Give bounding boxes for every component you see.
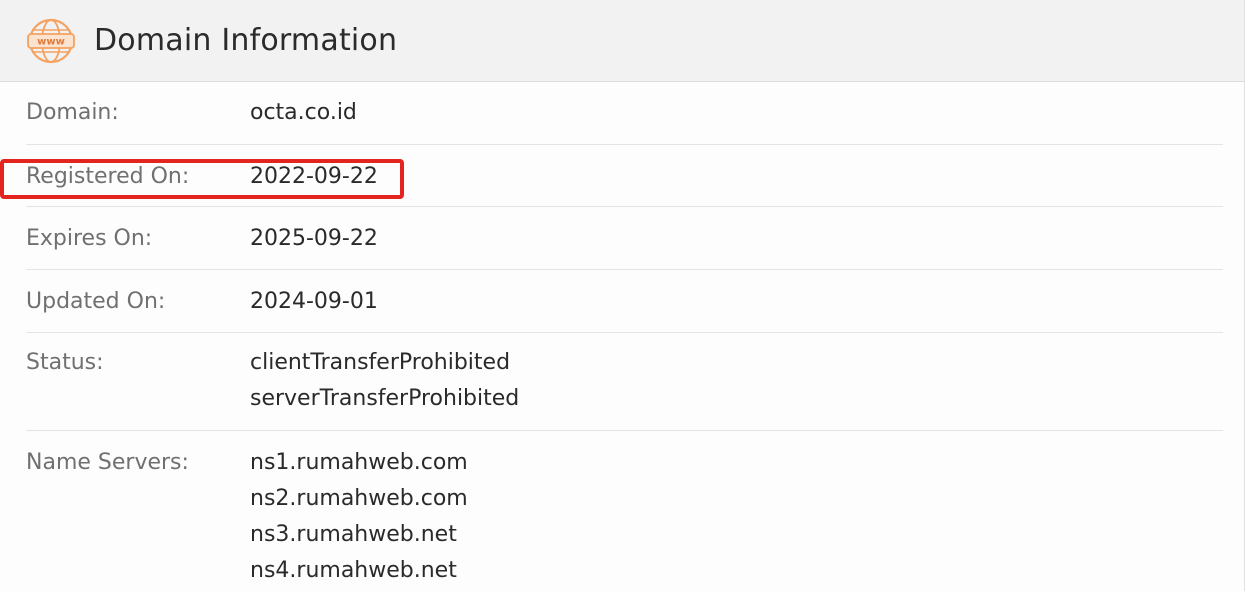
page-title: Domain Information xyxy=(94,23,398,58)
expires-on-value: 2025-09-22 xyxy=(250,226,378,251)
expires-on-label: Expires On: xyxy=(26,226,153,251)
domain-value: octa.co.id xyxy=(250,100,357,125)
name-servers-values: ns1.rumahweb.com ns2.rumahweb.com ns3.ru… xyxy=(250,445,468,591)
updated-on-label: Updated On: xyxy=(26,289,166,314)
row-name-servers: Name Servers: ns1.rumahweb.com ns2.rumah… xyxy=(26,431,1223,591)
row-expires-on: Expires On: 2025-09-22 xyxy=(26,207,1223,270)
domain-label: Domain: xyxy=(26,100,119,125)
www-icon-text: www xyxy=(37,36,65,47)
www-globe-icon: www xyxy=(27,18,75,63)
registered-on-label: Registered On: xyxy=(26,164,190,189)
status-label: Status: xyxy=(26,350,104,375)
domain-details-list: Domain: octa.co.id Registered On: 2022-0… xyxy=(0,82,1244,591)
name-server-value: ns2.rumahweb.com xyxy=(250,486,468,511)
status-value: clientTransferProhibited xyxy=(250,350,511,375)
row-domain: Domain: octa.co.id xyxy=(26,82,1223,145)
domain-info-card: www Domain Information Domain: octa.co.i… xyxy=(0,0,1245,591)
status-values: clientTransferProhibited serverTransferP… xyxy=(250,345,519,430)
card-header: www Domain Information xyxy=(0,0,1244,82)
name-servers-label: Name Servers: xyxy=(26,450,189,475)
updated-on-value: 2024-09-01 xyxy=(250,289,378,314)
row-status: Status: clientTransferProhibited serverT… xyxy=(26,333,1223,431)
row-registered-on: Registered On: 2022-09-22 xyxy=(26,145,1223,207)
name-server-value: ns3.rumahweb.net xyxy=(250,522,457,547)
status-value: serverTransferProhibited xyxy=(250,386,520,411)
name-server-value: ns4.rumahweb.net xyxy=(250,558,457,583)
registered-on-value: 2022-09-22 xyxy=(250,164,378,189)
name-server-value: ns1.rumahweb.com xyxy=(250,450,468,475)
row-updated-on: Updated On: 2024-09-01 xyxy=(26,270,1223,333)
